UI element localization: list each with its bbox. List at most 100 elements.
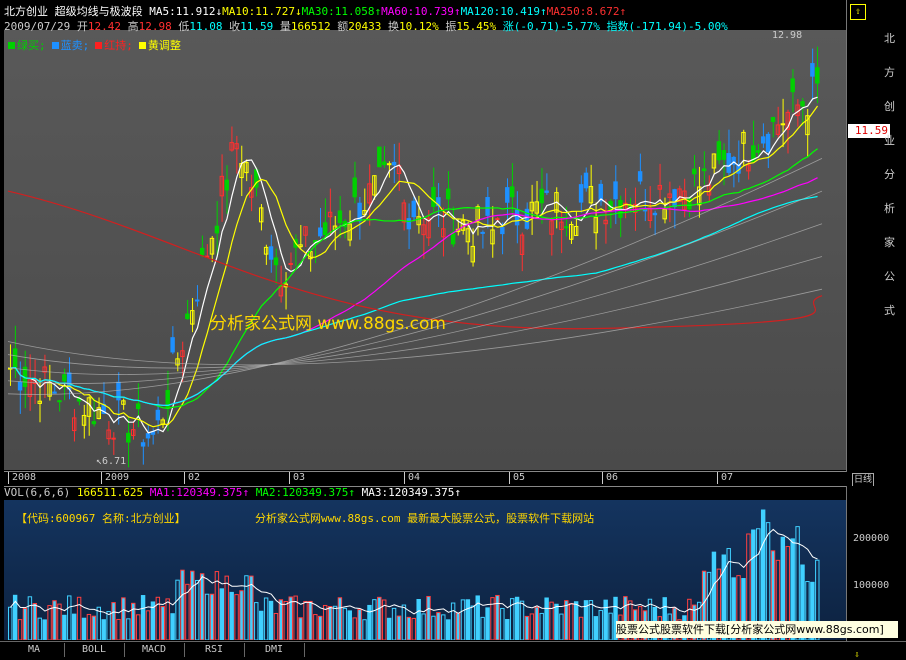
candle-body	[337, 210, 343, 224]
tab-macd[interactable]: MACD	[124, 643, 185, 657]
date-tick: 03	[289, 472, 305, 484]
candle-body	[12, 348, 18, 368]
side-char: 分	[884, 168, 895, 181]
volume-bar	[165, 598, 170, 640]
vol-value: 166511.625	[76, 486, 144, 499]
ma-value-0: MA5:11.912↓	[149, 5, 223, 18]
candle-body	[514, 209, 520, 226]
tab-ma[interactable]: MA	[4, 643, 65, 657]
candle-body	[637, 171, 643, 182]
ma-value-1: MA10:11.727↓	[222, 5, 302, 18]
candle-body	[185, 313, 190, 320]
formula-name: 超级均线与极波段	[54, 5, 143, 18]
volume-bar	[258, 610, 264, 640]
side-char: 家	[884, 236, 895, 249]
candle-body	[765, 133, 771, 153]
legend-item: 黄调整	[138, 39, 181, 52]
volume-bar	[278, 599, 284, 640]
tab-rsi[interactable]: RSI	[184, 643, 245, 657]
tab-dmi[interactable]: DMI	[244, 643, 305, 657]
max-price-label: 12.98	[772, 30, 803, 41]
volume-bar	[401, 604, 407, 640]
candle-body	[318, 227, 323, 237]
volume-bar	[170, 613, 175, 640]
min-price-label: ↖6.71	[96, 456, 127, 467]
amount-label: 额	[337, 20, 349, 33]
close-label: 收	[229, 20, 241, 33]
scroll-down-button[interactable]: ⇩	[850, 651, 864, 660]
volume-header: VOL(6,6,6) 166511.625 MA1:120349.375↑ MA…	[4, 486, 461, 499]
volume-bar	[559, 613, 564, 640]
date-value: 2009/07/29	[4, 20, 71, 33]
candle-body	[692, 168, 697, 175]
candle-body	[391, 161, 397, 166]
vol-ma3: MA3:120349.375	[361, 486, 455, 499]
legend-swatch	[51, 42, 59, 49]
date-tick: 02	[184, 472, 200, 484]
candle-body	[815, 67, 820, 84]
ma-line-30	[10, 148, 818, 410]
candle-body	[480, 231, 485, 234]
volume-bar	[204, 593, 210, 640]
index-value: (-171.94)-5.00%	[628, 20, 728, 33]
period-button[interactable]: 日线	[852, 473, 874, 487]
candle-body	[810, 63, 815, 77]
scroll-up-button[interactable]: ⇧	[850, 4, 866, 20]
candle-body	[756, 150, 761, 153]
volume-bar	[598, 609, 603, 640]
volume-bar	[573, 601, 579, 640]
date-tick: 2008	[8, 472, 36, 484]
volume-bar	[273, 612, 279, 640]
low-label: 低	[178, 20, 190, 33]
date-tick: 2009	[101, 472, 129, 484]
candle-body	[91, 421, 97, 425]
volume-bar	[352, 617, 357, 640]
volume-bar	[396, 615, 402, 640]
volume-bar	[529, 613, 535, 640]
index-label: 指数	[606, 20, 629, 33]
candle-body	[509, 186, 515, 198]
low-value: 11.08	[189, 20, 223, 33]
volume-bar	[416, 598, 421, 640]
volume-bar	[569, 602, 574, 640]
volume-bar	[86, 613, 92, 640]
candle-body	[145, 433, 151, 439]
volume-bar	[27, 596, 33, 640]
ma-value-2: MA30:11.058↑	[301, 5, 382, 18]
volume-bar	[450, 602, 456, 640]
volume-bar	[67, 595, 72, 640]
candle-body	[505, 187, 510, 203]
stock-name: 北方创业	[4, 5, 48, 18]
candle-body	[701, 168, 707, 172]
volume-bar	[593, 616, 599, 640]
volume-bar	[22, 608, 28, 640]
chart-header-line2: 2009/07/29 开12.42 高12.98 低11.08 收11.59 量…	[4, 18, 728, 34]
signal-legend: 绿买; 蓝卖; 红持; 黄调整	[8, 37, 187, 53]
volume-scale: 200000 100000	[846, 486, 903, 641]
candle-body	[52, 391, 57, 394]
volume-bar	[145, 610, 151, 640]
legend-item: 蓝卖;	[51, 39, 90, 52]
legend-label: 蓝卖;	[60, 39, 90, 52]
legend-item: 红持;	[95, 39, 133, 52]
download-banner[interactable]: 股票公式股票软件下载[分析家公式网www.88gs.com]	[616, 621, 898, 638]
tab-boll[interactable]: BOLL	[64, 643, 125, 657]
side-char: 业	[884, 134, 895, 147]
date-tick: 07	[717, 472, 733, 484]
main-watermark: 分析家公式网 www.88gs.com	[210, 314, 446, 334]
turnover-value: 10.12%	[398, 20, 439, 33]
volume-bar	[470, 605, 476, 640]
candle-body	[500, 227, 505, 235]
volume-bar	[111, 602, 116, 640]
volume-bar	[608, 612, 613, 640]
legend-label: 红持;	[104, 39, 133, 52]
volume-bar	[268, 600, 274, 640]
volume-bar	[357, 609, 362, 640]
vol-scale-label: 100000	[853, 580, 890, 591]
candle-body	[377, 146, 382, 168]
ma-line-10	[10, 105, 819, 428]
volume-bar	[121, 597, 126, 640]
volume-bar	[603, 599, 608, 640]
volume-bar	[588, 600, 594, 640]
candle-body	[268, 246, 274, 260]
